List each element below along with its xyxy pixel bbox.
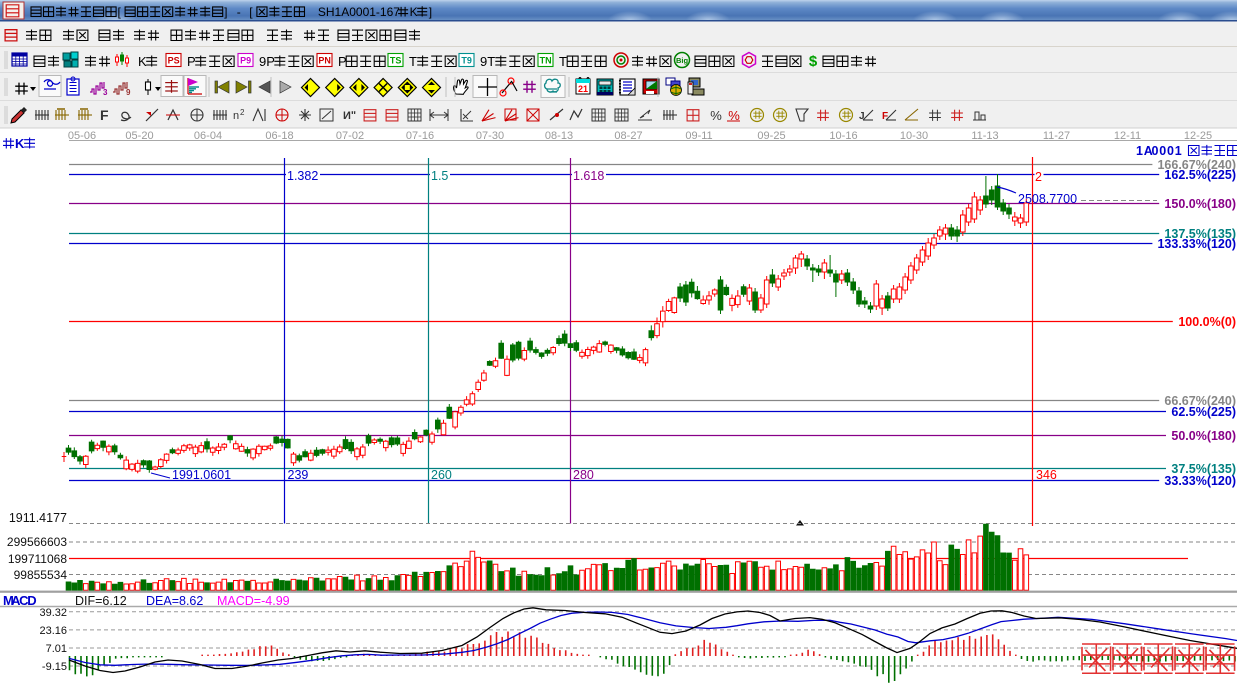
- svg-text:T: T: [559, 54, 567, 69]
- svg-text:1: 1: [1136, 144, 1143, 158]
- svg-text:$: $: [809, 53, 818, 70]
- svg-text:9P: 9P: [259, 54, 275, 69]
- svg-text:0: 0: [1152, 144, 1159, 158]
- svg-text:346: 346: [1036, 468, 1057, 482]
- svg-text:21: 21: [578, 84, 588, 94]
- svg-text:150.0%(180): 150.0%(180): [1164, 197, 1236, 211]
- svg-text:TS: TS: [390, 56, 402, 66]
- svg-text:T: T: [409, 54, 417, 69]
- svg-text:239: 239: [288, 468, 309, 482]
- svg-text:F: F: [100, 107, 109, 123]
- svg-text:]: ]: [224, 5, 227, 19]
- svg-text:P: P: [187, 54, 196, 69]
- svg-text:3: 3: [103, 88, 108, 97]
- svg-text:9T: 9T: [480, 54, 495, 69]
- svg-text:%: %: [710, 108, 722, 123]
- svg-text:39.32: 39.32: [39, 607, 67, 619]
- svg-text:K: K: [15, 136, 25, 151]
- svg-text:1.618: 1.618: [573, 169, 604, 183]
- svg-text:1991.0601: 1991.0601: [172, 468, 231, 482]
- svg-text:K: K: [410, 5, 418, 19]
- svg-text:9: 9: [126, 88, 131, 97]
- svg-text:PN: PN: [318, 56, 331, 66]
- svg-text:Big: Big: [676, 56, 689, 65]
- svg-text:133.33%(120): 133.33%(120): [1157, 237, 1236, 251]
- svg-text:50.0%(180): 50.0%(180): [1171, 429, 1236, 443]
- svg-text:299566603: 299566603: [7, 535, 67, 549]
- svg-text:-: -: [237, 5, 241, 19]
- svg-text:23.16: 23.16: [39, 625, 67, 637]
- svg-text:P: P: [338, 54, 347, 69]
- svg-text:280: 280: [573, 468, 594, 482]
- svg-text:K: K: [138, 54, 147, 69]
- svg-text:1911.4177: 1911.4177: [9, 511, 67, 525]
- svg-text:-9.15: -9.15: [42, 661, 67, 673]
- svg-text:2: 2: [1035, 170, 1042, 184]
- svg-text:0: 0: [1159, 144, 1166, 158]
- svg-text:33.33%(120): 33.33%(120): [1164, 474, 1236, 488]
- svg-text:SH1A0001-167: SH1A0001-167: [318, 5, 400, 19]
- svg-text:1: 1: [1175, 144, 1182, 158]
- svg-text:P9: P9: [240, 56, 251, 66]
- svg-text:n: n: [233, 110, 239, 122]
- svg-text:]: ]: [429, 5, 432, 19]
- svg-text:199711068: 199711068: [8, 552, 68, 566]
- svg-text:7.01: 7.01: [46, 643, 67, 655]
- svg-text:62.5%(225): 62.5%(225): [1171, 405, 1236, 419]
- svg-text:T9: T9: [461, 56, 472, 66]
- svg-text:TN: TN: [540, 56, 552, 66]
- svg-text:260: 260: [431, 468, 452, 482]
- svg-text:Иʺ: Иʺ: [343, 110, 356, 122]
- svg-text:162.5%(225): 162.5%(225): [1164, 168, 1236, 182]
- svg-text:99855534: 99855534: [14, 568, 68, 582]
- svg-text:2: 2: [240, 108, 245, 117]
- svg-text:1.382: 1.382: [287, 169, 318, 183]
- svg-text:PS: PS: [168, 56, 180, 66]
- svg-text:2508.7700: 2508.7700: [1018, 192, 1077, 206]
- svg-text:0: 0: [1167, 144, 1174, 158]
- svg-text:1.5: 1.5: [431, 169, 448, 183]
- svg-text:100.0%(0): 100.0%(0): [1178, 315, 1236, 329]
